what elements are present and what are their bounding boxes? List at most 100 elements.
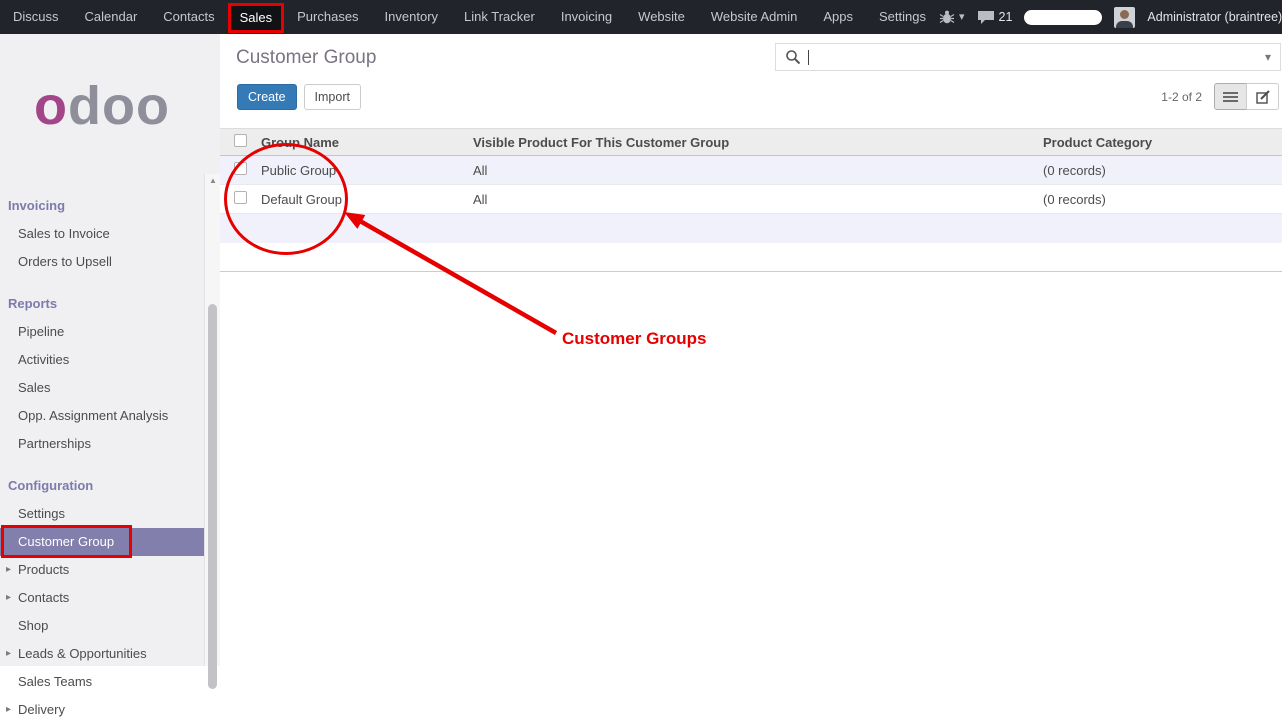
sidebar-menu: Invoicing Sales to Invoice Orders to Ups… [0, 192, 204, 724]
page-title: Customer Group [236, 47, 376, 69]
sidebar-item-delivery[interactable]: ▸ Delivery [0, 696, 204, 724]
row-checkbox[interactable] [234, 191, 247, 204]
expand-icon: ▸ [6, 640, 11, 668]
sidebar-section-invoicing: Invoicing [0, 192, 204, 220]
table-header-row: Group Name Visible Product For This Cust… [220, 128, 1282, 156]
top-menu-inventory[interactable]: Inventory [372, 0, 451, 34]
view-switcher [1214, 83, 1279, 110]
form-view-button[interactable] [1246, 83, 1279, 110]
sidebar-item-pipeline[interactable]: Pipeline [0, 318, 204, 346]
import-button[interactable]: Import [304, 84, 361, 110]
top-menu-sales[interactable]: Sales [228, 3, 285, 33]
cell-group-name: Default Group [256, 192, 468, 207]
top-menu-purchases[interactable]: Purchases [284, 0, 371, 34]
sidebar-item-label: Partnerships [18, 436, 91, 451]
button-row: Create Import [237, 84, 361, 110]
sidebar-item-shop[interactable]: Shop [0, 612, 204, 640]
scroll-up-icon[interactable]: ▲ [209, 176, 217, 185]
sidebar-item-sales[interactable]: Sales [0, 374, 204, 402]
sidebar-item-orders-to-upsell[interactable]: Orders to Upsell [0, 248, 204, 276]
sidebar-item-label: Settings [18, 506, 65, 521]
sidebar-item-products[interactable]: ▸ Products [0, 556, 204, 584]
text-cursor [808, 50, 809, 65]
sidebar-item-leads-opportunities[interactable]: ▸ Leads & Opportunities [0, 640, 204, 668]
edit-icon [1256, 90, 1270, 104]
logo-letters: doo [68, 75, 170, 137]
top-menu-link-tracker[interactable]: Link Tracker [451, 0, 548, 34]
systray: ▾ 21 Administrator (braintree) [939, 7, 1282, 28]
user-menu[interactable]: Administrator (braintree) [1147, 10, 1282, 24]
top-menu-invoicing[interactable]: Invoicing [548, 0, 625, 34]
logo-letter-accent: o [34, 75, 68, 137]
table-row[interactable]: Default Group All (0 records) [220, 185, 1282, 214]
top-menu-settings[interactable]: Settings [866, 0, 939, 34]
sidebar-item-label: Delivery [18, 702, 65, 717]
select-all-checkbox[interactable] [234, 134, 247, 147]
column-header-group-name[interactable]: Group Name [256, 135, 468, 150]
list-icon [1223, 91, 1238, 103]
top-menu-discuss[interactable]: Discuss [0, 0, 72, 34]
top-menu-calendar[interactable]: Calendar [72, 0, 151, 34]
row-select-cell [220, 191, 256, 207]
row-select-cell [220, 162, 256, 178]
main-content: Customer Group ▾ Create Import 1-2 of 2 [220, 34, 1282, 666]
sidebar-item-label: Activities [18, 352, 69, 367]
expand-icon: ▸ [6, 556, 11, 584]
pager-area: 1-2 of 2 [1161, 83, 1279, 110]
expand-icon: ▸ [6, 584, 11, 612]
table-row[interactable]: Public Group All (0 records) [220, 156, 1282, 185]
customer-group-table: Group Name Visible Product For This Cust… [220, 128, 1282, 272]
sidebar-item-contacts[interactable]: ▸Contacts [0, 584, 204, 612]
sidebar: odoo Invoicing Sales to Invoice Orders t… [0, 34, 220, 666]
avatar[interactable] [1114, 7, 1135, 28]
column-header-product-category[interactable]: Product Category [1038, 135, 1282, 150]
sidebar-item-label: Customer Group [18, 534, 114, 549]
search-input[interactable] [811, 46, 1265, 68]
cell-visible-product: All [468, 163, 1038, 178]
sidebar-item-label: Sales to Invoice [18, 226, 110, 241]
list-view-button[interactable] [1214, 83, 1247, 110]
row-checkbox[interactable] [234, 162, 247, 175]
top-menu-contacts[interactable]: Contacts [150, 0, 227, 34]
search-icon [785, 49, 801, 65]
pager: 1-2 of 2 [1161, 90, 1202, 104]
top-menu-website[interactable]: Website [625, 0, 698, 34]
sidebar-section-configuration: Configuration [0, 472, 204, 500]
sidebar-item-label: Products [18, 562, 69, 577]
sidebar-item-label: Orders to Upsell [18, 254, 112, 269]
sidebar-scrollbar: ▲ [204, 174, 220, 666]
sidebar-item-label: Sales Teams [18, 674, 92, 689]
control-panel: Customer Group ▾ Create Import 1-2 of 2 [220, 34, 1282, 128]
top-menu-website-admin[interactable]: Website Admin [698, 0, 810, 34]
progress-pill[interactable] [1024, 10, 1102, 25]
search-bar[interactable]: ▾ [775, 43, 1281, 71]
debug-menu[interactable]: ▾ [939, 10, 965, 24]
empty-row [220, 243, 1282, 272]
empty-row [220, 214, 1282, 243]
sidebar-item-customer-group[interactable]: Customer Group [0, 528, 204, 556]
bug-icon [939, 10, 955, 24]
sidebar-section-reports: Reports [0, 290, 204, 318]
cell-product-category: (0 records) [1038, 163, 1282, 178]
expand-icon: ▸ [6, 696, 11, 724]
message-count: 21 [999, 10, 1013, 24]
cell-product-category: (0 records) [1038, 192, 1282, 207]
search-dropdown-icon[interactable]: ▾ [1265, 50, 1271, 64]
sidebar-item-activities[interactable]: Activities [0, 346, 204, 374]
sidebar-item-settings[interactable]: Settings [0, 500, 204, 528]
sidebar-item-sales-to-invoice[interactable]: Sales to Invoice [0, 220, 204, 248]
select-all-cell [220, 134, 256, 150]
sidebar-item-label: Leads & Opportunities [18, 646, 147, 661]
top-menu-apps[interactable]: Apps [810, 0, 866, 34]
top-menu-list: Discuss Calendar Contacts Sales Purchase… [0, 0, 939, 34]
create-button[interactable]: Create [237, 84, 297, 110]
sidebar-item-label: Pipeline [18, 324, 64, 339]
column-header-visible-product[interactable]: Visible Product For This Customer Group [468, 135, 1038, 150]
messages-menu[interactable]: 21 [977, 10, 1013, 25]
cell-visible-product: All [468, 192, 1038, 207]
sidebar-item-opp-assignment-analysis[interactable]: Opp. Assignment Analysis [0, 402, 204, 430]
scrollbar-thumb[interactable] [208, 304, 217, 689]
sidebar-item-label: Sales [18, 380, 51, 395]
sidebar-item-partnerships[interactable]: Partnerships [0, 430, 204, 458]
sidebar-item-sales-teams[interactable]: Sales Teams [0, 668, 204, 696]
